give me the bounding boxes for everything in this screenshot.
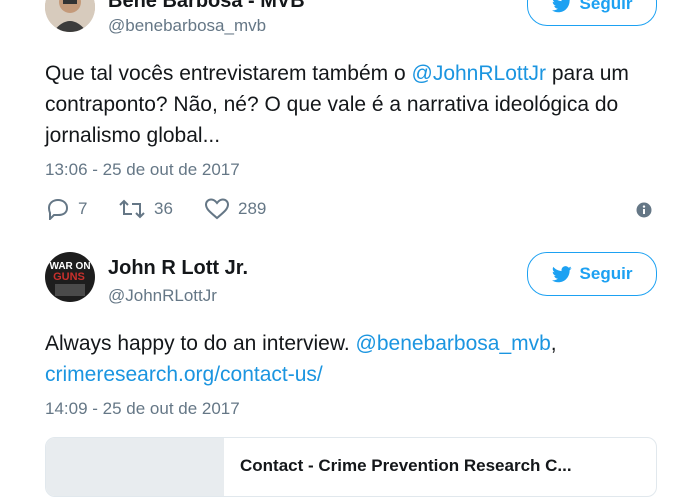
avatar-text-guns: GUNS	[53, 271, 85, 283]
retweet-action[interactable]: 36	[118, 198, 173, 220]
follow-label: Seguir	[579, 0, 633, 13]
link-preview-card[interactable]: Contact - Crime Prevention Research C...	[45, 437, 657, 497]
author-handle[interactable]: @benebarbosa_mvb	[108, 16, 266, 36]
author-handle[interactable]: @JohnRLottJr	[108, 286, 217, 306]
tweet-text: Que tal vocês entrevistarem também o @Jo…	[45, 58, 665, 151]
retweet-icon	[119, 199, 145, 219]
avatar-john-lott[interactable]: WAR ON GUNS	[45, 252, 95, 302]
tweet-text-part: Que tal vocês entrevistarem também o	[45, 62, 412, 85]
info-button[interactable]	[636, 202, 652, 223]
twitter-bird-icon	[551, 265, 572, 282]
author-name[interactable]: John R Lott Jr.	[108, 257, 248, 280]
timestamp[interactable]: 14:09 - 25 de out de 2017	[45, 399, 240, 419]
tweet-text: Always happy to do an interview. @beneba…	[45, 328, 665, 390]
reply-icon	[47, 198, 69, 220]
timestamp[interactable]: 13:06 - 25 de out de 2017	[45, 160, 240, 180]
card-thumbnail	[46, 438, 224, 496]
follow-label: Seguir	[579, 264, 633, 283]
follow-button[interactable]: Seguir	[527, 252, 657, 296]
like-action[interactable]: 289	[204, 198, 266, 220]
mention-link[interactable]: @JohnRLottJr	[412, 62, 547, 85]
url-link[interactable]: crimeresearch.org/contact-us/	[45, 363, 323, 386]
author-name[interactable]: Bene Barbosa - MVB	[108, 0, 305, 13]
like-count: 289	[238, 199, 267, 218]
retweet-count: 36	[154, 199, 173, 218]
avatar-bene[interactable]	[45, 0, 95, 32]
mention-link[interactable]: @benebarbosa_mvb	[356, 332, 551, 355]
heart-icon	[204, 198, 230, 220]
follow-button[interactable]: Seguir	[527, 0, 657, 26]
reply-action[interactable]: 7	[46, 198, 87, 220]
tweet-text-part: Always happy to do an interview.	[45, 332, 356, 355]
tweet-text-part: ,	[550, 332, 557, 355]
reply-count: 7	[78, 199, 88, 218]
info-icon	[636, 202, 652, 218]
twitter-bird-icon	[551, 0, 570, 12]
card-title: Contact - Crime Prevention Research C...	[240, 456, 572, 475]
